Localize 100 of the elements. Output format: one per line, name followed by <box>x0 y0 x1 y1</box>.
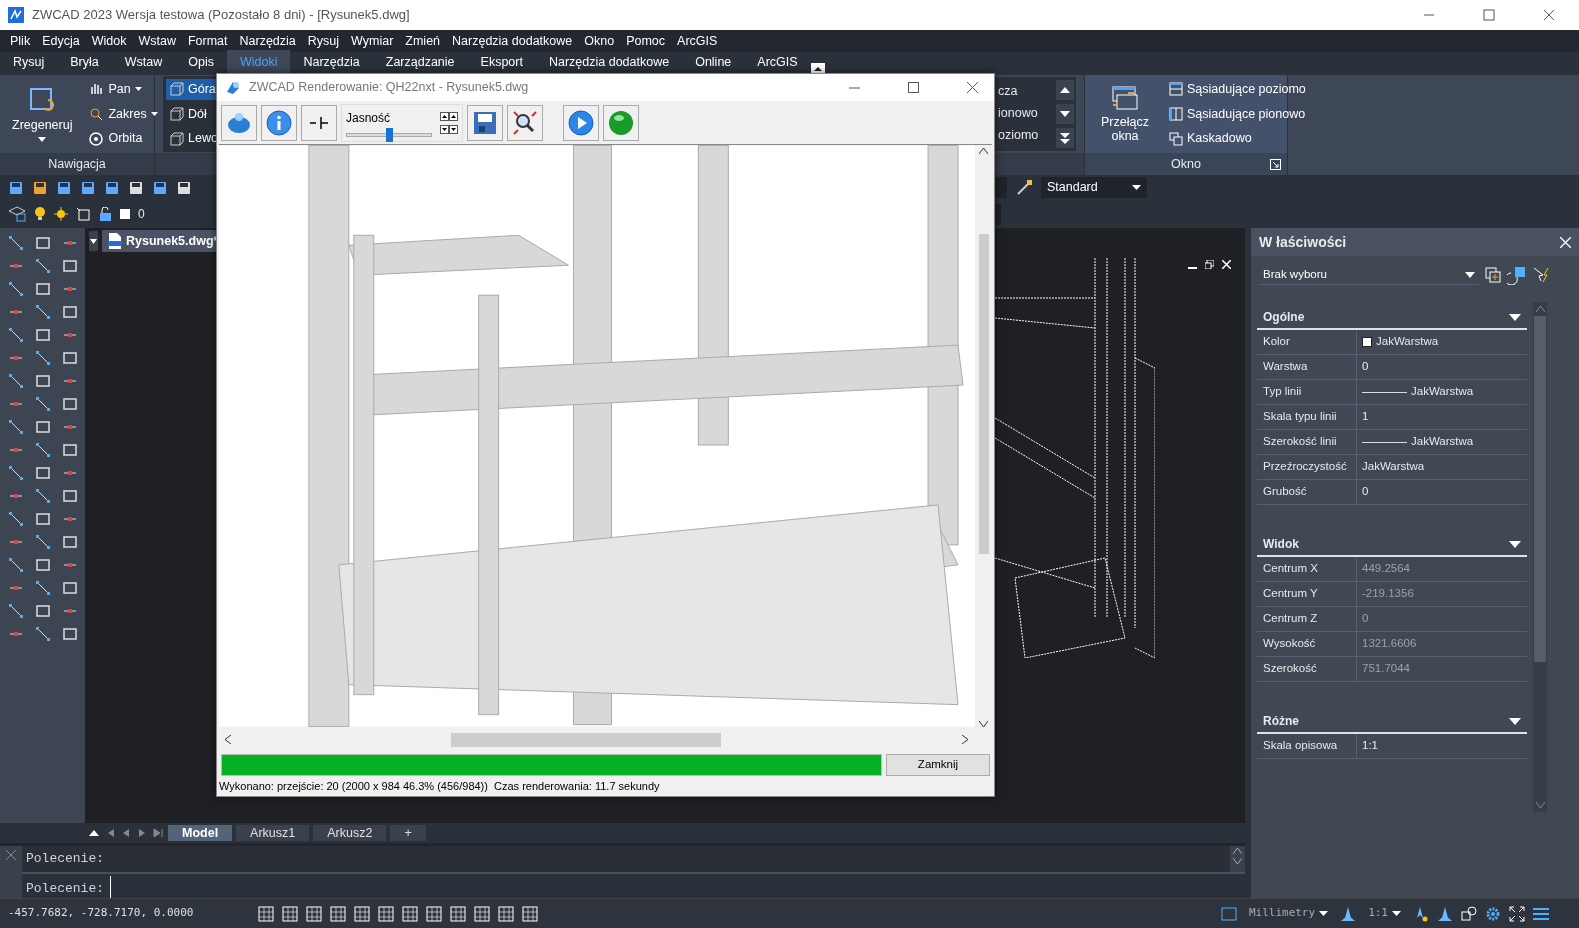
scroll-left-icon[interactable] <box>225 735 231 744</box>
menu-item[interactable]: Edycja <box>36 29 86 53</box>
scroll-down-icon[interactable] <box>979 720 988 727</box>
zoom-button[interactable] <box>507 104 543 141</box>
ribbon-button[interactable]: Sąsiadujące pionowo <box>1165 103 1310 125</box>
line-icon[interactable] <box>6 556 25 574</box>
rectangle-icon[interactable] <box>60 441 79 459</box>
color-swatch-icon[interactable] <box>120 209 130 219</box>
grid-icon[interactable] <box>522 905 538 922</box>
save-icon[interactable] <box>56 179 72 196</box>
units-dropdown[interactable]: Millimetry <box>1244 904 1333 923</box>
spin-up-icon[interactable] <box>440 111 449 121</box>
ribbon-tab[interactable]: Narzędzia dodatkowe <box>535 50 683 75</box>
rectangle-icon[interactable] <box>33 556 52 574</box>
rectangle-icon[interactable] <box>60 625 79 643</box>
layout-tab[interactable]: Model <box>168 825 233 841</box>
rectangle-icon[interactable] <box>60 533 79 551</box>
line-icon[interactable] <box>33 349 52 367</box>
rectangle-icon[interactable] <box>60 579 79 597</box>
dimension-style-icon[interactable] <box>1015 178 1033 197</box>
selection-dropdown[interactable]: Brak wyboru <box>1259 264 1479 286</box>
dialog-launcher-icon[interactable] <box>1270 159 1281 170</box>
fullscreen-icon[interactable] <box>1509 905 1525 922</box>
menu-item[interactable]: Wstaw <box>132 29 182 53</box>
settings-icon[interactable] <box>1485 905 1501 922</box>
scale-dropdown[interactable]: 1:1 <box>1364 904 1405 923</box>
property-value[interactable]: JakWarstwa <box>1357 333 1439 351</box>
close-icon[interactable] <box>1543 9 1555 21</box>
ribbon-tab[interactable]: Widoki <box>226 50 291 75</box>
tab-menu-icon[interactable] <box>89 231 98 251</box>
line-icon[interactable] <box>6 280 25 298</box>
view-item[interactable]: Dół <box>166 103 230 125</box>
maximize-icon[interactable] <box>1483 9 1495 21</box>
expand-gallery-icon[interactable] <box>1056 128 1074 148</box>
line-icon[interactable] <box>33 395 52 413</box>
ribbon-tab[interactable]: Rysuj <box>0 50 58 75</box>
rectangle-icon[interactable] <box>60 487 79 505</box>
play-button[interactable] <box>563 104 599 141</box>
property-value[interactable]: JakWarstwa <box>1357 433 1474 451</box>
ribbon-button[interactable]: Sąsiadujące poziomo <box>1165 78 1310 100</box>
frame-icon[interactable] <box>76 207 90 221</box>
isolate-objects-icon[interactable] <box>1461 905 1477 922</box>
save-button[interactable] <box>467 104 503 141</box>
menu-item[interactable]: Widok <box>85 29 133 53</box>
rectangle-icon[interactable] <box>60 303 79 321</box>
ribbon-tab[interactable]: Bryła <box>57 50 112 75</box>
line-icon[interactable] <box>6 326 25 344</box>
documents-icon[interactable] <box>104 179 120 196</box>
property-value[interactable]: JakWarstwa <box>1357 458 1425 476</box>
rectangle-icon[interactable] <box>33 372 52 390</box>
property-value[interactable]: JakWarstwa <box>1357 383 1474 401</box>
line-icon[interactable] <box>33 487 52 505</box>
line-icon[interactable] <box>6 464 25 482</box>
menu-item[interactable]: Plik <box>4 29 37 53</box>
ribbon-button[interactable]: Orbita <box>84 128 162 150</box>
render-button[interactable] <box>221 104 257 141</box>
quick-select-icon[interactable] <box>1531 265 1551 285</box>
layer-name[interactable]: 0 <box>138 205 145 223</box>
ribbon-tab[interactable]: Wstaw <box>111 50 176 75</box>
close-icon[interactable] <box>967 82 978 93</box>
rectangle-icon[interactable] <box>33 418 52 436</box>
padlock-icon[interactable] <box>98 207 112 221</box>
line-icon[interactable] <box>33 441 52 459</box>
line-icon[interactable] <box>33 303 52 321</box>
line-icon[interactable] <box>33 625 52 643</box>
scroll-up-icon[interactable] <box>979 148 988 154</box>
printer-icon[interactable] <box>176 179 192 196</box>
select-objects-icon[interactable] <box>1507 265 1527 285</box>
line-icon[interactable] <box>33 579 52 597</box>
last-page-icon[interactable] <box>152 827 164 839</box>
folder-icon[interactable] <box>32 179 48 196</box>
scrollbar-thumb[interactable] <box>1534 316 1546 662</box>
menu-item[interactable]: Format <box>181 29 234 53</box>
line-icon[interactable] <box>6 602 25 620</box>
sun-icon[interactable] <box>54 207 68 221</box>
close-button[interactable]: Zamknij <box>886 753 990 776</box>
line-icon[interactable] <box>6 418 25 436</box>
scroll-up-icon[interactable] <box>1056 80 1074 100</box>
spin-down-icon[interactable] <box>440 124 449 134</box>
property-value[interactable]: 0 <box>1357 483 1369 501</box>
menu-item[interactable]: Narzędzia dodatkowe <box>446 29 579 53</box>
scroll-right-icon[interactable] <box>962 735 968 744</box>
ribbon-tab[interactable]: Opis <box>175 50 227 75</box>
ribbon-button[interactable]: Zakres <box>84 103 162 125</box>
ribbon-tab[interactable]: ArcGIS <box>744 50 811 75</box>
regenerate-button[interactable]: Zregeneruj <box>8 85 77 143</box>
bulb-icon[interactable] <box>34 206 46 222</box>
ribbon-button[interactable]: Kaskadowo <box>1165 128 1310 150</box>
spin-up-icon[interactable] <box>449 111 458 121</box>
layout-tab[interactable]: + <box>390 825 426 841</box>
grid-icon[interactable] <box>282 905 298 922</box>
grid-icon[interactable] <box>258 905 274 922</box>
scrollbar-thumb[interactable] <box>451 732 721 747</box>
menu-item[interactable]: ArcGIS <box>671 29 724 53</box>
menu-item[interactable]: Pomoc <box>620 29 672 53</box>
new-file-icon[interactable] <box>8 179 24 196</box>
preview-icon[interactable] <box>152 179 168 196</box>
rectangle-icon[interactable] <box>33 510 52 528</box>
property-value[interactable]: 1:1 <box>1357 737 1378 755</box>
ribbon-tab[interactable]: Online <box>682 50 745 75</box>
